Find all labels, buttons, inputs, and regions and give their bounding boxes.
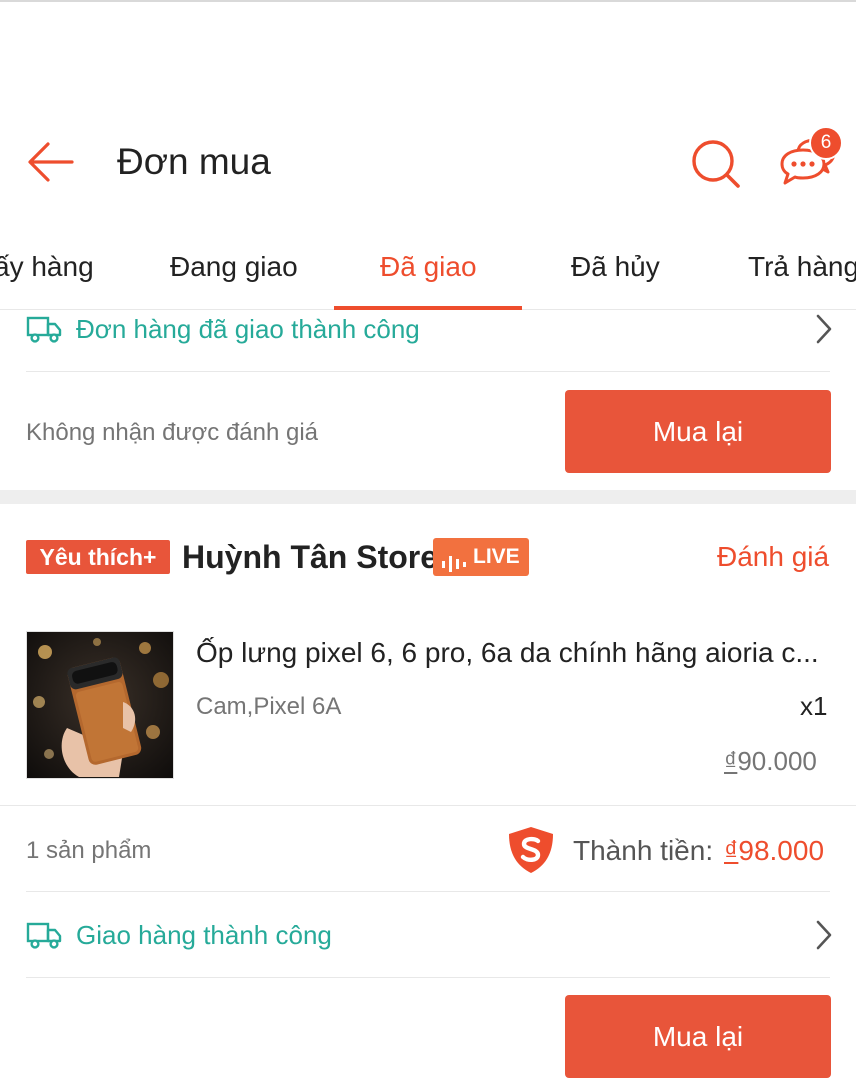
preferred-plus-badge: Yêu thích+ <box>26 540 170 574</box>
order2-delivery-status: Giao hàng thành công <box>76 920 332 950</box>
tab-returns[interactable]: Trả hàng <box>748 228 856 310</box>
price-value: 90.000 <box>737 746 817 776</box>
order2-delivery-status-row[interactable]: Giao hàng thành công <box>0 906 856 966</box>
truck-icon <box>26 920 62 950</box>
order1-review-note: Không nhận được đánh giá <box>26 419 319 446</box>
order1-delivery-status: Đơn hàng đã giao thành công <box>76 314 420 344</box>
chevron-right-icon <box>814 312 834 346</box>
tab-cancelled[interactable]: Đã hủy <box>571 228 660 310</box>
order2-rebuy-button[interactable]: Mua lại <box>565 995 831 1078</box>
product-variant: Cam,Pixel 6A <box>196 693 342 720</box>
divider <box>26 891 830 892</box>
tab-shipping[interactable]: Đang giao <box>170 228 298 310</box>
item-count: 1 sản phẩm <box>26 837 152 864</box>
total-value: ₫98.000 <box>724 834 824 868</box>
review-link[interactable]: Đánh giá <box>717 540 829 574</box>
live-bars-icon <box>441 548 469 572</box>
live-badge: LIVE <box>433 538 529 576</box>
chat-unread-badge: 6 <box>809 126 843 160</box>
tab-to-ship[interactable]: ấy hàng <box>0 228 94 310</box>
product-name[interactable]: Ốp lưng pixel 6, 6 pro, 6a da chính hãng… <box>196 636 819 670</box>
total-amount: 98.000 <box>738 835 825 866</box>
order1-rebuy-button[interactable]: Mua lại <box>565 390 831 473</box>
live-label: LIVE <box>473 545 520 568</box>
truck-icon <box>26 314 62 344</box>
shop-name[interactable]: Huỳnh Tân Store <box>182 536 438 578</box>
divider <box>26 977 830 978</box>
product-thumbnail[interactable] <box>26 631 174 779</box>
price-currency: ₫ <box>724 746 738 776</box>
shopee-guarantee-shield-icon <box>505 824 557 876</box>
search-icon[interactable] <box>688 136 742 190</box>
product-price: ₫90.000 <box>724 745 817 777</box>
divider <box>0 805 856 806</box>
order-status-tabs: ấy hàng Đang giao Đã giao Đã hủy Trả hàn… <box>0 228 856 310</box>
total-label: Thành tiền: <box>573 835 714 866</box>
page-title: Đơn mua <box>117 141 271 182</box>
order-separator <box>0 490 856 504</box>
total-currency: ₫ <box>724 835 739 866</box>
back-arrow-icon[interactable] <box>26 140 76 184</box>
tab-delivered[interactable]: Đã giao <box>380 228 477 310</box>
product-quantity: x1 <box>800 691 828 721</box>
order1-delivery-status-row[interactable]: Đơn hàng đã giao thành công <box>0 300 856 360</box>
divider <box>26 371 830 372</box>
app-header: Đơn mua <box>0 110 856 220</box>
top-divider <box>0 0 856 2</box>
chevron-right-icon <box>814 918 834 952</box>
